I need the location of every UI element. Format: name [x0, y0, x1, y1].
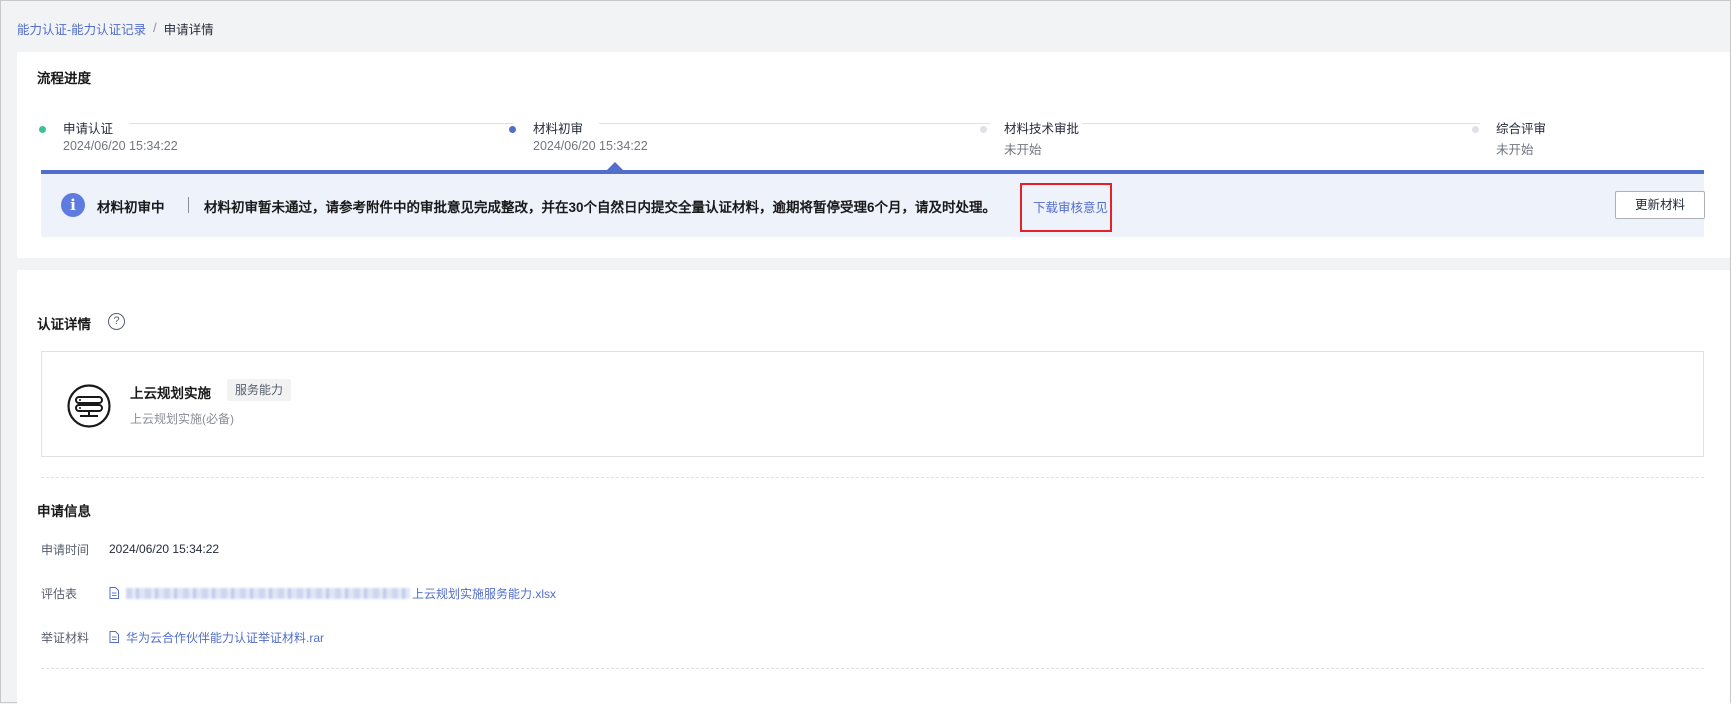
breadcrumb-separator: / — [153, 21, 157, 35]
file-icon — [109, 587, 119, 599]
file-name: 华为云合作伙伴能力认证举证材料.rar — [126, 630, 325, 645]
step-dot-done — [39, 126, 46, 133]
info-key: 举证材料 — [41, 630, 90, 645]
step-label: 综合评审 — [1496, 122, 1547, 136]
breadcrumb: 能力认证-能力认证记录 / 申请详情 — [17, 19, 214, 37]
breadcrumb-parent-link[interactable]: 能力认证-能力认证记录 — [17, 19, 146, 38]
notice-divider — [188, 197, 189, 213]
notice-status: 材料初审中 — [97, 200, 165, 215]
step-dot-current — [509, 126, 516, 133]
step-connector — [1082, 123, 1480, 124]
progress-card: 流程进度 申请认证 2024/06/20 15:34:22 材料初审 2024/… — [17, 52, 1730, 258]
capability-subtitle: 上云规划实施(必备) — [130, 412, 234, 426]
info-row-assessment: 评估表 上云规划实施服务能力.xlsx — [41, 584, 556, 602]
redacted-filename — [126, 587, 410, 599]
file-name: 上云规划实施服务能力.xlsx — [412, 586, 557, 601]
help-icon[interactable]: ? — [108, 313, 125, 330]
breadcrumb-current: 申请详情 — [163, 22, 214, 37]
divider — [41, 668, 1704, 669]
info-icon: i — [61, 193, 85, 217]
download-review-opinion-link[interactable]: 下载审核意见 — [1033, 197, 1108, 216]
step-time: 未开始 — [1004, 143, 1042, 157]
step-connector — [129, 123, 513, 124]
info-key: 评估表 — [41, 586, 78, 601]
step-label: 材料初审 — [533, 122, 584, 136]
file-icon — [109, 631, 119, 643]
capability-tag: 服务能力 — [227, 379, 292, 401]
step-dot-pending — [980, 126, 987, 133]
server-stack-icon — [67, 384, 111, 428]
step-connector — [599, 123, 990, 124]
apply-info-title: 申请信息 — [37, 504, 91, 519]
update-material-button[interactable]: 更新材料 — [1615, 191, 1705, 219]
page-frame: 能力认证-能力认证记录 / 申请详情 流程进度 申请认证 2024/06/20 … — [0, 0, 1731, 704]
step-dot-pending — [1472, 126, 1479, 133]
step-time: 2024/06/20 15:34:22 — [63, 139, 178, 153]
info-key: 申请时间 — [41, 542, 90, 557]
review-notice: i 材料初审中 材料初审暂未通过，请参考附件中的审批意见完成整改，并在30个自然… — [41, 174, 1705, 237]
current-step-caret — [607, 162, 623, 170]
detail-title: 认证详情 — [37, 317, 91, 332]
assessment-file-link[interactable]: 上云规划实施服务能力.xlsx — [109, 585, 556, 602]
info-row-evidence: 举证材料 华为云合作伙伴能力认证举证材料.rar — [41, 628, 324, 646]
step-label: 材料技术审批 — [1004, 122, 1080, 136]
step-time: 未开始 — [1496, 143, 1534, 157]
evidence-file-link[interactable]: 华为云合作伙伴能力认证举证材料.rar — [109, 629, 324, 646]
capability-name: 上云规划实施 — [130, 386, 211, 401]
detail-card: 认证详情 ? 上云规划实施 服务能力 上云规划实施(必备) 申请信息 申请时间 … — [17, 270, 1730, 704]
step-time: 2024/06/20 15:34:22 — [533, 139, 648, 153]
info-row-apply-time: 申请时间 2024/06/20 15:34:22 — [41, 540, 219, 558]
capability-card: 上云规划实施 服务能力 上云规划实施(必备) — [41, 351, 1704, 457]
info-value: 2024/06/20 15:34:22 — [109, 542, 220, 556]
step-label: 申请认证 — [63, 122, 114, 136]
notice-message: 材料初审暂未通过，请参考附件中的审批意见完成整改，并在30个自然日内提交全量认证… — [204, 200, 997, 215]
divider — [41, 477, 1704, 478]
progress-title: 流程进度 — [37, 71, 91, 86]
